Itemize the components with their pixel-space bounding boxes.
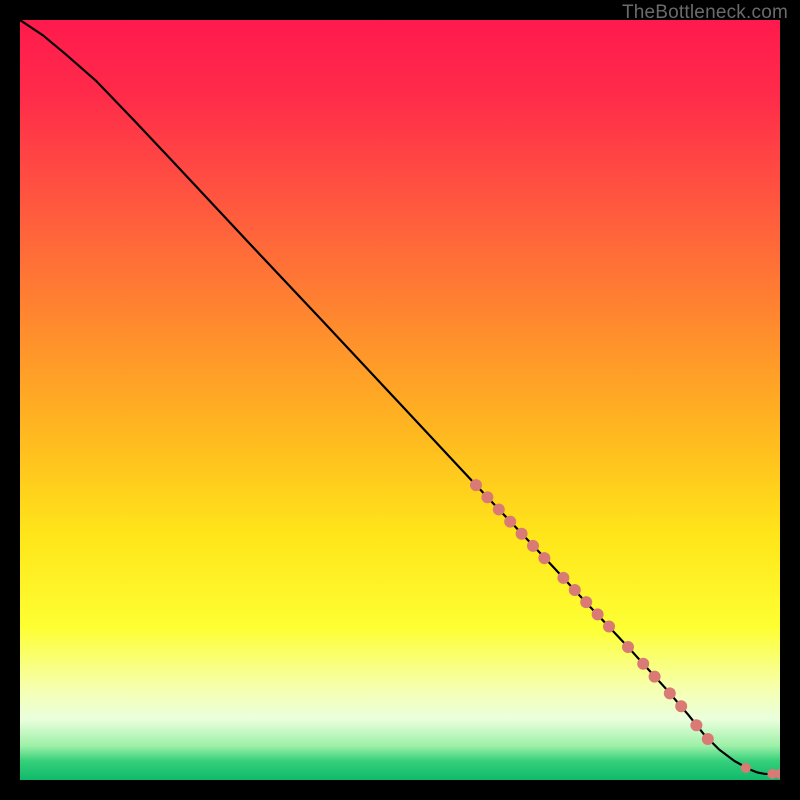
data-point [557,572,569,584]
data-point [637,658,649,670]
data-point [569,584,581,596]
marker-group [470,479,780,779]
data-point [622,641,634,653]
data-point [516,528,528,540]
chart-area [20,20,780,780]
data-point [664,687,676,699]
data-point [504,516,516,528]
data-point [675,700,687,712]
data-point [702,733,714,745]
data-point [603,620,615,632]
data-point [493,503,505,515]
data-point [649,671,661,683]
data-point [690,719,702,731]
data-point [741,763,751,773]
data-point [527,540,539,552]
data-point [580,596,592,608]
chart-overlay [20,20,780,780]
data-point [470,479,482,491]
curve-line [20,20,780,774]
data-point [481,491,493,503]
data-point [538,552,550,564]
watermark-text: TheBottleneck.com [622,2,788,24]
data-point [592,608,604,620]
